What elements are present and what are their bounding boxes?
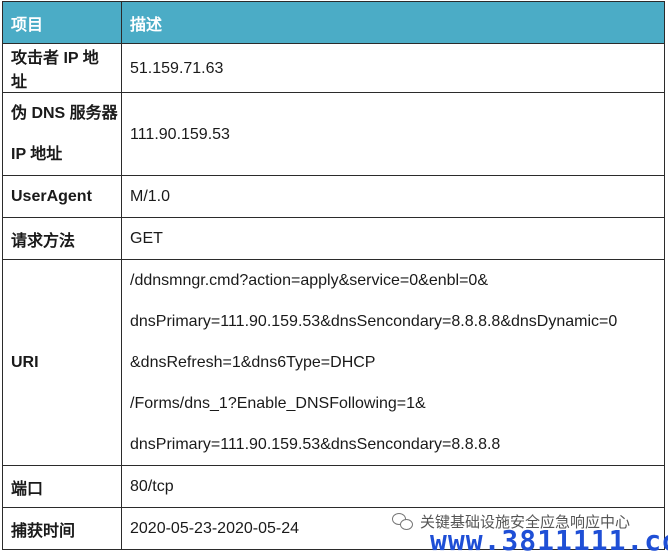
info-table: 项目 描述 攻击者 IP 地址 51.159.71.63 伪 DNS 服务器 I… [2, 1, 665, 550]
row-key: UserAgent [2, 175, 122, 218]
header-description: 描述 [121, 1, 665, 44]
table-row: URI /ddnsmngr.cmd?action=apply&service=0… [2, 259, 665, 466]
uri-line: /ddnsmngr.cmd?action=apply&service=0&enb… [130, 272, 488, 289]
row-value: 111.90.159.53 [130, 125, 230, 143]
row-key: 攻击者 IP 地址 [2, 43, 122, 93]
row-key: 捕获时间 [2, 507, 122, 550]
row-key: 伪 DNS 服务器 IP 地址 [2, 92, 122, 176]
row-value: GET [130, 230, 163, 247]
row-key-line: 伪 DNS 服务器 [11, 105, 118, 122]
row-value: 51.159.71.63 [130, 59, 224, 77]
row-key: 请求方法 [2, 217, 122, 260]
watermark-url: www.3811111.com [430, 524, 668, 557]
table-row: 攻击者 IP 地址 51.159.71.63 [2, 43, 665, 93]
uri-line: &dnsRefresh=1&dns6Type=DHCP [130, 354, 376, 371]
table-row: 端口 80/tcp [2, 465, 665, 508]
row-value: M/1.0 [130, 188, 171, 205]
header-item: 项目 [2, 1, 122, 44]
table-row: 伪 DNS 服务器 IP 地址 111.90.159.53 [2, 92, 665, 176]
uri-line: dnsPrimary=111.90.159.53&dnsSencondary=8… [130, 436, 501, 453]
table-row: 请求方法 GET [2, 217, 665, 260]
row-key: URI [2, 259, 122, 466]
uri-line: /Forms/dns_1?Enable_DNSFollowing=1& [130, 395, 426, 412]
table-row: UserAgent M/1.0 [2, 175, 665, 218]
uri-line: dnsPrimary=111.90.159.53&dnsSencondary=8… [130, 313, 618, 330]
row-key-line: IP 地址 [11, 146, 63, 163]
table-header-row: 项目 描述 [2, 1, 665, 44]
row-value: 80/tcp [130, 478, 174, 495]
wechat-icon [392, 512, 414, 531]
row-key: 端口 [2, 465, 122, 508]
